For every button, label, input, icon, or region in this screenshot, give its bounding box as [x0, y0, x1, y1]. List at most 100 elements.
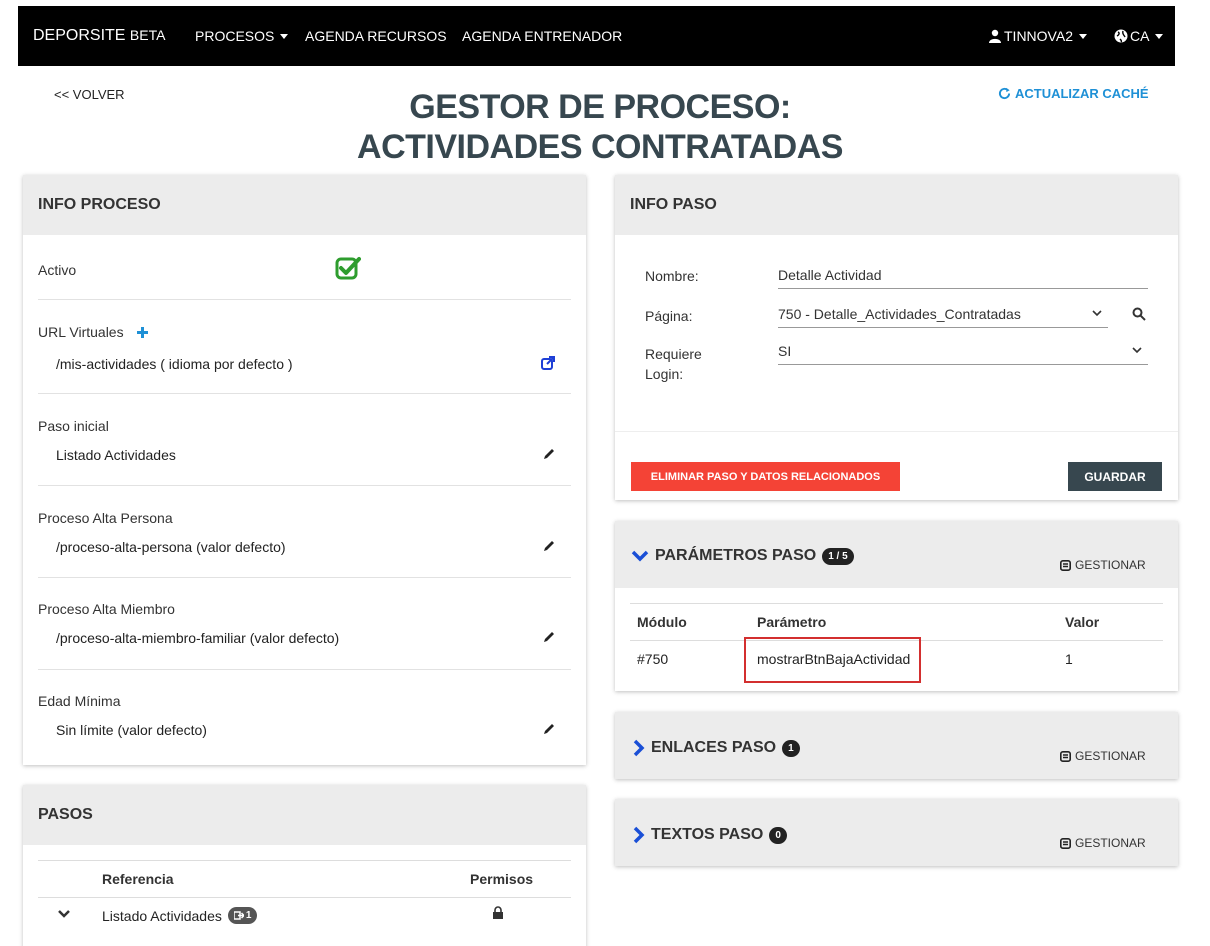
nav-agenda-recursos-label: AGENDA RECURSOS [305, 28, 447, 44]
divider [38, 897, 571, 898]
enlaces-paso-panel[interactable]: ENLACES PASO 1 GESTIONAR [615, 712, 1178, 779]
url-virtual-value: /mis-actividades ( idioma por defecto ) [56, 356, 293, 372]
highlight-box [744, 637, 921, 683]
chevron-right-icon [633, 826, 645, 844]
edit-edad-minima-pencil-icon[interactable] [542, 722, 556, 736]
divider [38, 393, 571, 394]
save-button[interactable]: GUARDAR [1068, 462, 1162, 491]
chevron-down-icon [631, 550, 649, 562]
col-valor: Valor [1065, 614, 1100, 630]
pagina-select[interactable]: 750 - Detalle_Actividades_Contratadas [778, 304, 1108, 328]
user-name: TINNOVA2 [1004, 28, 1073, 44]
brand-suffix: BETA [129, 27, 166, 43]
nav-agenda-entrenador[interactable]: AGENDA ENTRENADOR [462, 28, 622, 44]
divider [38, 669, 571, 670]
edit-alta-persona-pencil-icon[interactable] [542, 539, 556, 553]
links-badge: 1 [227, 907, 258, 924]
brand-link[interactable]: DEPORSITE BETA [33, 27, 165, 45]
list-box-icon [1060, 750, 1071, 762]
edad-minima-label: Edad Mínima [38, 693, 121, 709]
nombre-input[interactable]: Detalle Actividad [778, 265, 1148, 289]
table-row[interactable]: Listado Actividades 1 [102, 907, 258, 924]
enlaces-label: ENLACES PASO [651, 739, 777, 756]
enlaces-title[interactable]: ENLACES PASO 1 [633, 739, 800, 757]
url-virtuales-label: URL Virtuales [38, 324, 124, 340]
back-link[interactable]: << VOLVER [54, 87, 125, 102]
textos-count-badge: 0 [769, 826, 787, 844]
sign-out-icon [233, 911, 244, 920]
list-box-icon [1060, 837, 1071, 849]
top-navbar: DEPORSITE BETA PROCESOS AGENDA RECURSOS … [18, 6, 1175, 66]
page-title: GESTOR DE PROCESO: ACTIVIDADES CONTRATAD… [357, 88, 843, 166]
textos-gestionar-label: GESTIONAR [1075, 836, 1146, 850]
requiere-login-label: Requiere Login: [645, 346, 702, 382]
language-dropdown[interactable]: CA [1114, 28, 1164, 44]
brand-name: DEPORSITE [33, 27, 126, 44]
textos-paso-panel[interactable]: TEXTOS PASO 0 GESTIONAR [615, 799, 1178, 866]
divider [615, 431, 1178, 432]
list-box-icon [1060, 559, 1071, 571]
info-proceso-panel: INFO PROCESO Activo URL Virtuales /mis-a… [23, 175, 586, 765]
pagina-label: Página: [645, 308, 693, 324]
alta-miembro-value: /proceso-alta-miembro-familiar (valor de… [56, 630, 340, 646]
parametros-gestionar-button[interactable]: GESTIONAR [1060, 558, 1146, 572]
pasos-header: PASOS [23, 785, 586, 845]
textos-label: TEXTOS PASO [651, 826, 764, 843]
divider [630, 603, 1163, 604]
edad-minima-value: Sin límite (valor defecto) [56, 722, 207, 738]
requiere-login-select[interactable]: SI [778, 341, 1148, 365]
col-modulo: Módulo [637, 614, 687, 630]
divider [38, 485, 571, 486]
param-modulo: #750 [637, 651, 669, 667]
paso-inicial-value: Listado Actividades [56, 447, 176, 463]
divider [38, 577, 571, 578]
enlaces-gestionar-button[interactable]: GESTIONAR [1060, 749, 1146, 763]
activo-label: Activo [38, 262, 77, 278]
info-proceso-title: INFO PROCESO [38, 196, 161, 213]
textos-title[interactable]: TEXTOS PASO 0 [633, 826, 787, 844]
edit-paso-inicial-pencil-icon[interactable] [542, 447, 556, 461]
info-proceso-header: INFO PROCESO [23, 175, 586, 235]
links-count: 1 [245, 910, 252, 921]
user-dropdown[interactable]: TINNOVA2 [988, 28, 1087, 44]
delete-step-button[interactable]: ELIMINAR PASO Y DATOS RELACIONADOS [631, 462, 900, 491]
pasos-col-referencia: Referencia [102, 871, 174, 887]
param-valor: 1 [1065, 651, 1073, 667]
add-url-button[interactable] [137, 325, 148, 343]
paso-referencia: Listado Actividades [102, 907, 222, 924]
alta-miembro-label: Proceso Alta Miembro [38, 601, 175, 617]
nav-procesos-label: PROCESOS [195, 28, 275, 44]
textos-gestionar-button[interactable]: GESTIONAR [1060, 836, 1146, 850]
refresh-cache-link[interactable]: ACTUALIZAR CACHÉ [998, 86, 1149, 101]
user-icon [989, 29, 1001, 43]
info-paso-panel: INFO PASO Nombre: Detalle Actividad Pági… [615, 175, 1178, 500]
alta-persona-label: Proceso Alta Persona [38, 510, 173, 526]
nav-agenda-recursos[interactable]: AGENDA RECURSOS [305, 28, 447, 44]
chevron-down-icon [1092, 310, 1102, 317]
chevron-down-icon [58, 910, 70, 918]
checked-square-icon [335, 257, 361, 280]
search-icon[interactable] [1132, 307, 1146, 321]
chevron-down-icon [1132, 347, 1142, 354]
parametros-title[interactable]: PARÁMETROS PASO 1 / 5 [631, 547, 854, 565]
edit-alta-miembro-pencil-icon[interactable] [542, 630, 556, 644]
alta-persona-value: /proceso-alta-persona (valor defecto) [56, 539, 286, 555]
globe-icon [1114, 29, 1128, 43]
nav-agenda-entrenador-label: AGENDA ENTRENADOR [462, 28, 623, 44]
expand-row-button[interactable] [57, 906, 71, 924]
activo-checkbox[interactable] [335, 256, 361, 285]
pasos-title: PASOS [38, 806, 93, 823]
edit-url-button[interactable] [541, 356, 555, 375]
language-code: CA [1130, 28, 1150, 44]
nombre-value: Detalle Actividad [778, 267, 882, 283]
parametros-gestionar-label: GESTIONAR [1075, 558, 1146, 572]
pasos-col-permisos: Permisos [470, 871, 534, 887]
pasos-panel: PASOS Referencia Permisos Listado Activi… [23, 785, 586, 946]
plus-icon [137, 327, 148, 338]
divider [38, 860, 571, 861]
enlaces-count-badge: 1 [782, 739, 800, 757]
pagina-value: 750 - Detalle_Actividades_Contratadas [778, 306, 1021, 322]
nav-procesos-dropdown[interactable]: PROCESOS [195, 28, 289, 44]
enlaces-gestionar-label: GESTIONAR [1075, 749, 1146, 763]
caret-down-icon [1078, 33, 1087, 39]
